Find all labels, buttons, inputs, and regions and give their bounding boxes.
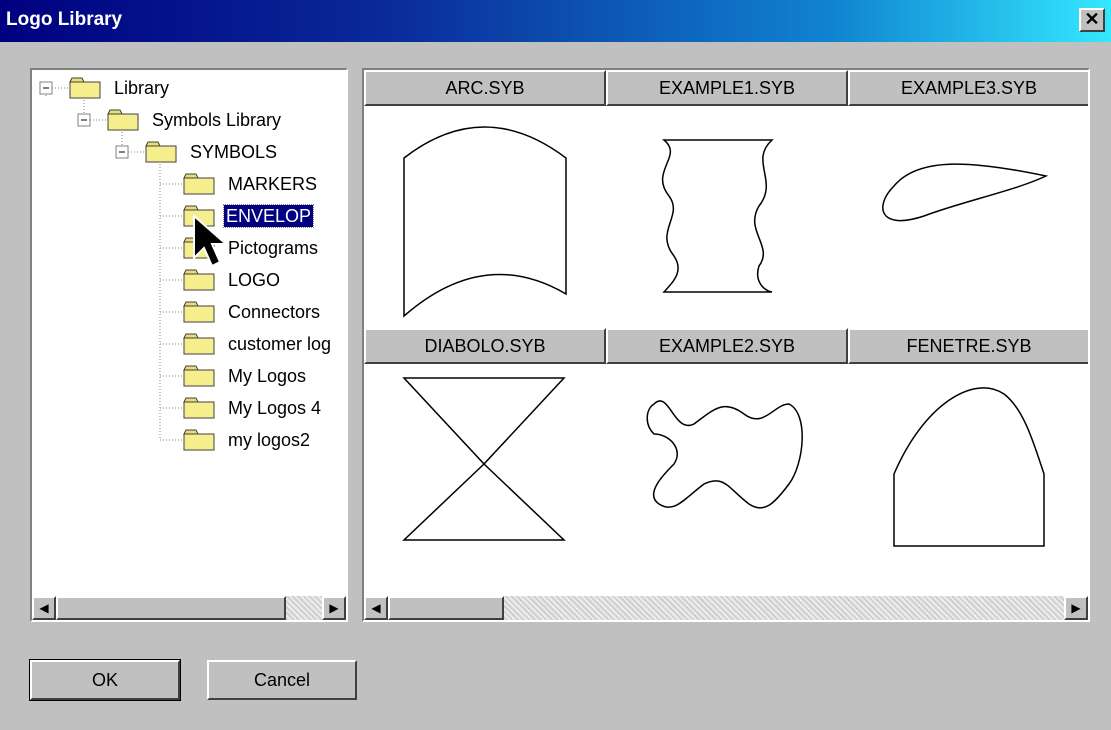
right-arrow-icon: ▶ (1071, 601, 1081, 615)
wavy-hourglass-shape-icon (661, 139, 774, 293)
tree-node-pictograms[interactable]: Pictograms (228, 237, 318, 259)
close-icon: ✕ (1084, 9, 1100, 29)
collapse-toggle-library[interactable] (39, 81, 53, 95)
folder-tree[interactable]: Library Symbols Library SYMBOLS MARKERS … (30, 68, 348, 622)
folder-icon (107, 109, 139, 131)
folder-icon (145, 141, 177, 163)
thumb-label-example3[interactable]: EXAMPLE3.SYB (848, 70, 1088, 106)
thumb-label-example1[interactable]: EXAMPLE1.SYB (606, 70, 848, 106)
right-arrow-icon: ▶ (329, 601, 339, 615)
tree-node-customer-logos[interactable]: customer log (228, 333, 331, 355)
thumb-label-arc[interactable]: ARC.SYB (364, 70, 606, 106)
tree-node-logo[interactable]: LOGO (228, 269, 280, 291)
hourglass-shape-icon (402, 377, 566, 541)
tree-node-connectors[interactable]: Connectors (228, 301, 320, 323)
thumb-row-2 (402, 377, 1045, 547)
close-button[interactable]: ✕ (1079, 8, 1105, 32)
teardrop-shape-icon (882, 163, 1049, 222)
title-bar[interactable]: Logo Library ✕ (0, 0, 1111, 42)
scroll-right-button[interactable]: ▶ (322, 596, 346, 620)
scroll-right-button[interactable]: ▶ (1064, 596, 1088, 620)
thumb-label-fenetre[interactable]: FENETRE.SYB (848, 328, 1088, 364)
tree-node-my-logos-4[interactable]: My Logos 4 (228, 397, 321, 419)
tree-node-symbols[interactable]: SYMBOLS (190, 141, 277, 163)
symbol-thumbnails[interactable]: ARC.SYB EXAMPLE1.SYB EXAMPLE3.SYB DIABOL… (362, 68, 1090, 622)
wavy-fish-shape-icon (646, 400, 803, 509)
folder-icon (183, 429, 215, 451)
collapse-toggle-symbols-library[interactable] (77, 113, 91, 127)
arc-shape-icon (403, 126, 567, 318)
folder-icon (69, 77, 101, 99)
cancel-button[interactable]: Cancel (207, 660, 357, 700)
thumb-label-diabolo[interactable]: DIABOLO.SYB (364, 328, 606, 364)
ok-button[interactable]: OK (29, 659, 181, 701)
tree-node-my-logos[interactable]: My Logos (228, 365, 306, 387)
folder-icon (183, 269, 215, 291)
tree-node-library[interactable]: Library (114, 77, 169, 99)
folder-icon (183, 397, 215, 419)
arched-window-shape-icon (893, 387, 1045, 547)
left-arrow-icon: ◀ (39, 601, 49, 615)
collapse-toggle-symbols[interactable] (115, 145, 129, 159)
left-arrow-icon: ◀ (371, 601, 381, 615)
scroll-thumb[interactable] (388, 596, 504, 620)
folder-icon (183, 173, 215, 195)
tree-node-envelop[interactable]: ENVELOP (222, 204, 315, 228)
window-title: Logo Library (6, 9, 123, 30)
folder-icon (183, 365, 215, 387)
folder-icon (183, 333, 215, 355)
mouse-cursor-icon (193, 213, 229, 268)
folder-icon (183, 301, 215, 323)
scroll-thumb[interactable] (56, 596, 286, 620)
thumb-label-example2[interactable]: EXAMPLE2.SYB (606, 328, 848, 364)
thumbs-horizontal-scrollbar[interactable]: ◀ ▶ (364, 596, 1088, 620)
tree-horizontal-scrollbar[interactable]: ◀ ▶ (32, 596, 346, 620)
tree-node-markers[interactable]: MARKERS (228, 173, 317, 195)
tree-node-my-logos2[interactable]: my logos2 (228, 429, 310, 451)
thumb-row-1 (403, 126, 1049, 318)
scroll-left-button[interactable]: ◀ (364, 596, 388, 620)
tree-node-symbols-library[interactable]: Symbols Library (152, 109, 281, 131)
scroll-left-button[interactable]: ◀ (32, 596, 56, 620)
